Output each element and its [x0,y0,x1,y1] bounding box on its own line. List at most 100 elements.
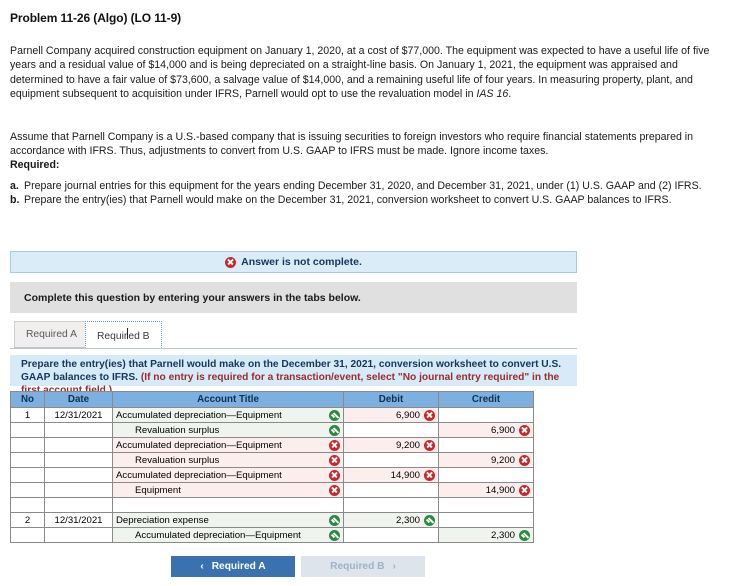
answer-status-alert: Answer is not complete. [10,251,577,273]
table-header: No Date Account Title Debit Credit [10,391,534,408]
cell-credit[interactable] [438,512,534,528]
cell-debit[interactable] [343,452,439,468]
credit-x-icon [519,454,530,466]
instruction-line-2: balances to IFRS. [53,371,141,383]
tab-required-a[interactable]: Required A [14,321,89,348]
credit-x-icon [519,424,530,436]
column-header-no: No [10,391,45,408]
cell-debit[interactable]: 14,900 [343,467,439,483]
cell-entry-number [10,482,45,498]
cell-credit[interactable]: 6,900 [438,422,534,438]
debit-x-icon [424,409,435,421]
cell-date [44,437,113,453]
credit-value: 14,900 [485,484,515,496]
chevron-left-icon: ‹ [200,560,204,572]
debit-check-icon [424,514,435,526]
cell-date [44,422,113,438]
cell-date [44,467,113,483]
cell-credit[interactable] [438,437,534,453]
cell-credit[interactable]: 2,300 [438,527,534,543]
account-title-text: Depreciation expense [116,514,209,526]
cell-entry-number: 2 [10,512,45,528]
cell-date [44,527,113,543]
cell-entry-number: 1 [10,407,45,423]
requirement-marker: a. [10,180,19,192]
cell-account-title[interactable]: Depreciation expense [112,512,344,528]
credit-x-icon [519,484,530,496]
table-row: Equipment 14,900 [10,482,534,498]
tab-required-b[interactable]: Required B [85,321,162,348]
debit-value: 9,200 [395,439,420,451]
cell-account-title[interactable]: Accumulated depreciation—Equipment [112,437,344,453]
cell-entry-number [10,497,45,513]
cell-account-title[interactable] [112,497,344,513]
account-title-check-icon [329,529,340,541]
cell-debit[interactable] [343,422,439,438]
cell-account-title[interactable]: Revaluation surplus [112,422,344,438]
cell-credit[interactable]: 14,900 [438,482,534,498]
requirement-marker: b. [10,194,20,207]
account-title-text: Revaluation surplus [135,424,220,436]
cell-credit[interactable] [438,467,534,483]
instruction-banner: Prepare the entry(ies) that Parnell woul… [10,355,577,396]
complete-question-text: Complete this question by entering your … [24,291,361,304]
cell-date: 12/31/2021 [44,407,113,423]
cell-debit[interactable]: 2,300 [343,512,439,528]
account-title-text: Revaluation surplus [135,454,220,466]
cell-account-title[interactable]: Revaluation surplus [112,452,344,468]
cell-date [44,497,113,513]
required-b-nav-label: Required B [330,561,385,572]
account-title-check-icon [329,424,340,436]
text-caret [127,327,129,339]
column-header-date: Date [44,391,113,408]
cell-debit[interactable] [343,527,439,543]
cell-account-title[interactable]: Equipment [112,482,344,498]
cell-entry-number [10,437,45,453]
required-a-nav-button[interactable]: ‹ Required A [171,556,295,577]
column-header-credit: Credit [438,391,534,408]
requirement-text: Prepare the entry(ies) that Parnell woul… [24,194,672,207]
column-header-debit: Debit [343,391,439,408]
cell-date [44,452,113,468]
alert-text: Answer is not complete. [241,256,362,268]
cell-credit[interactable] [438,497,534,513]
question-page: Problem 11-26 (Algo) (LO 11-9) Parnell C… [0,0,754,586]
tab-required-a-label: Required A [26,329,77,340]
account-title-text: Accumulated depreciation—Equipment [135,529,301,541]
table-row: Accumulated depreciation—Equipment 9,200 [10,437,534,453]
table-row: Revaluation surplus 6,900 [10,422,534,438]
page-title: Problem 11-26 (Algo) (LO 11-9) [10,11,182,25]
cell-credit[interactable] [438,407,534,423]
table-row: 1 12/31/2021 Accumulated depreciation—Equi… [10,407,534,423]
account-title-x-icon [329,439,340,451]
assumption-paragraph: Assume that Parnell Company is a U.S.-ba… [10,131,694,158]
cell-credit[interactable]: 9,200 [438,452,534,468]
cell-debit[interactable] [343,482,439,498]
cell-account-title[interactable]: Accumulated depreciation—Equipment [112,407,344,423]
required-label: Required: [10,159,60,171]
cell-entry-number [10,422,45,438]
table-row: Accumulated depreciation—Equipment 2,300 [10,527,534,543]
debit-value: 6,900 [395,409,420,421]
required-a-nav-label: Required A [211,561,266,572]
cell-entry-number [10,452,45,468]
account-title-x-icon [329,484,340,496]
table-row [10,497,534,513]
cell-account-title[interactable]: Accumulated depreciation—Equipment [112,467,344,483]
cell-account-title[interactable]: Accumulated depreciation—Equipment [112,527,344,543]
cell-date [44,482,113,498]
required-b-nav-button[interactable]: Required B › [301,556,425,577]
table-body: 1 12/31/2021 Accumulated depreciation—Equi… [10,407,534,543]
tab-required-b-label: Required B [97,327,150,342]
cell-debit[interactable]: 6,900 [343,407,439,423]
account-title-check-icon [329,409,340,421]
cell-debit[interactable] [343,497,439,513]
table-row: Revaluation surplus 9,200 [10,452,534,468]
complete-question-strip: Complete this question by entering your … [10,282,577,313]
scenario-tail: . [508,87,512,100]
cell-entry-number [10,467,45,483]
credit-value: 9,200 [490,454,515,466]
cell-debit[interactable]: 9,200 [343,437,439,453]
account-title-text: Accumulated depreciation—Equipment [116,439,282,451]
debit-value: 14,900 [390,469,420,481]
